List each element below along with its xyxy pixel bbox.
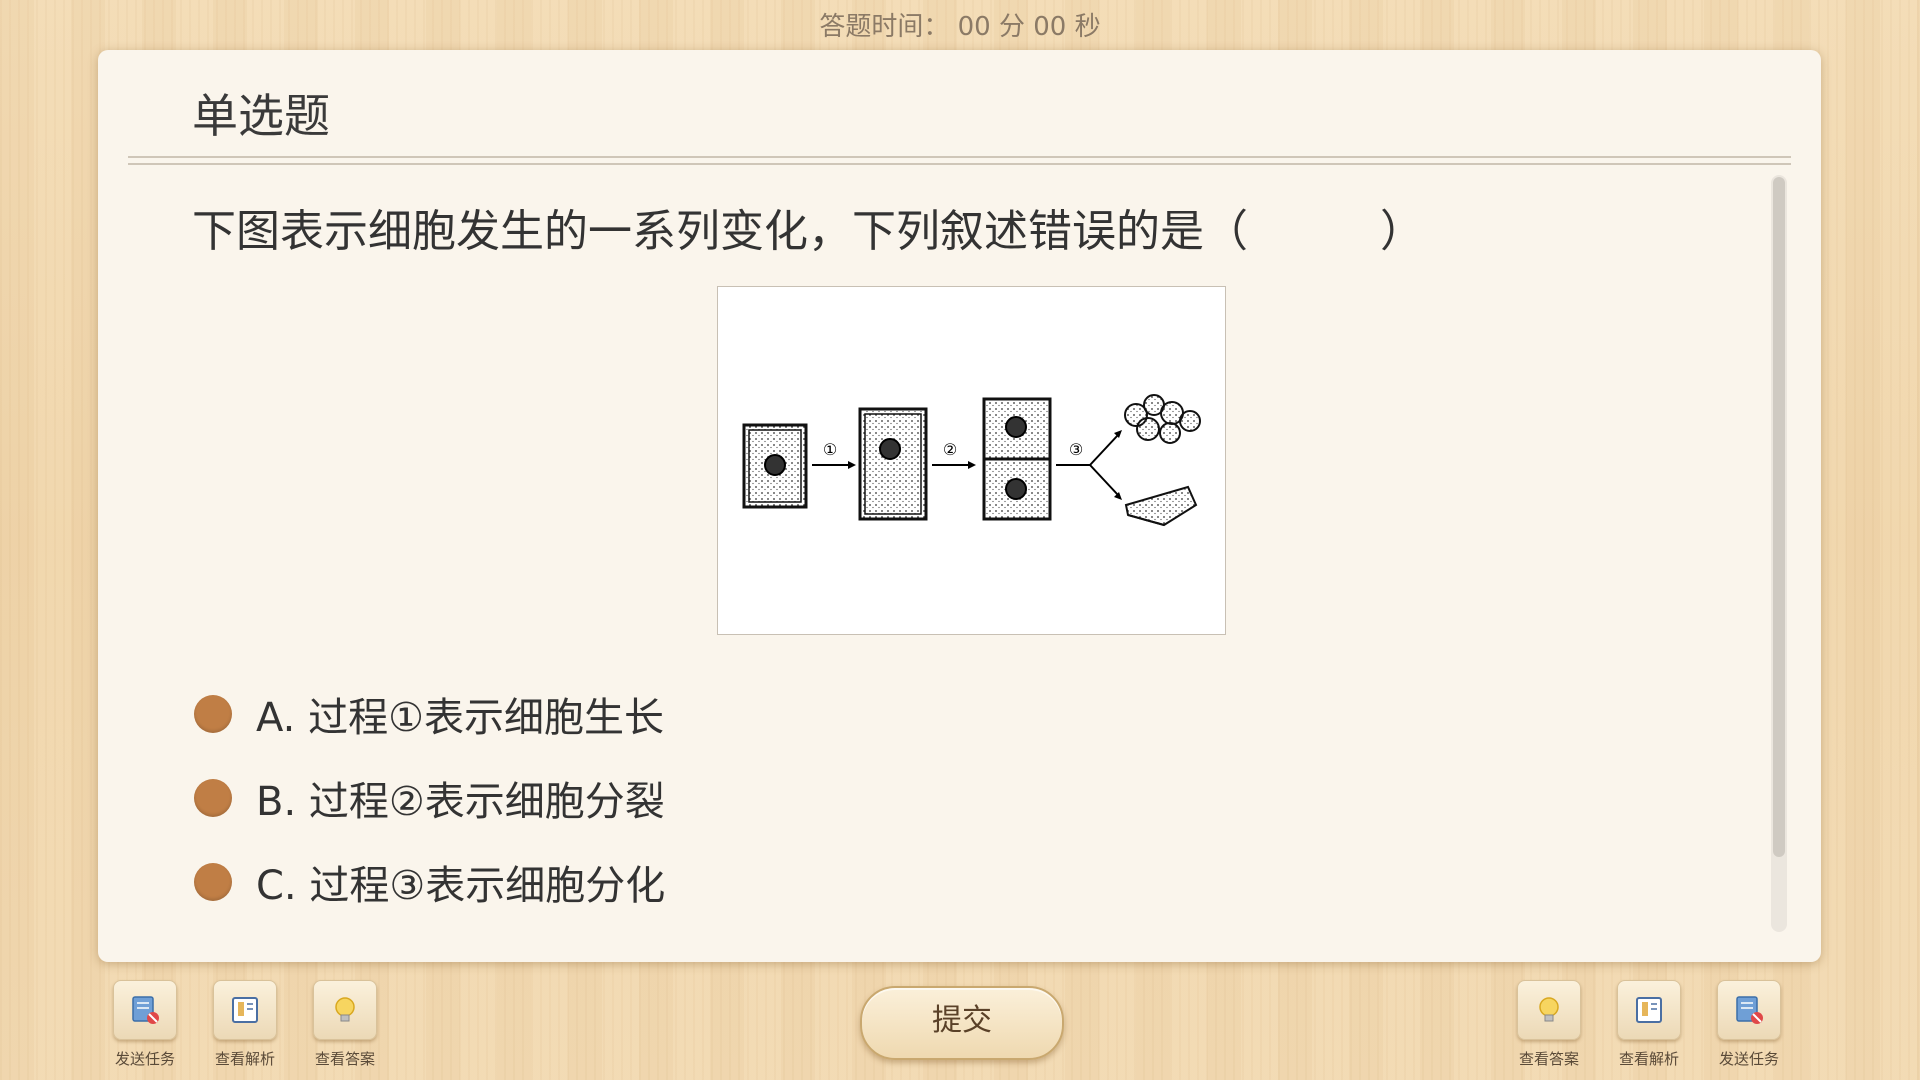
radio-button-a[interactable] xyxy=(194,695,232,733)
step-label-3: ③ xyxy=(1069,440,1083,459)
view-answer-label-left: 查看答案 xyxy=(314,1050,375,1068)
option-c-label: C. 过程③表示细胞分化 xyxy=(256,863,666,909)
cell-1 xyxy=(742,423,808,509)
tissue-layer xyxy=(1124,485,1198,527)
send-task-button-left[interactable]: 发送任务 xyxy=(110,980,180,1069)
cell-2 xyxy=(858,407,928,521)
lightbulb-icon xyxy=(313,980,377,1040)
answer-timer: 答题时间： 00 分 00 秒 xyxy=(819,12,1101,42)
option-a[interactable]: A. 过程①表示细胞生长 xyxy=(194,672,665,756)
question-stem: 下图表示细胞发生的一系列变化，下列叙述错误的是（ ） xyxy=(192,206,1424,257)
view-analysis-icon xyxy=(213,980,277,1040)
question-figure: ① ② ③ xyxy=(717,286,1226,635)
view-analysis-label-right: 查看解析 xyxy=(1618,1050,1679,1068)
view-analysis-icon xyxy=(1617,980,1681,1040)
send-task-icon xyxy=(1717,980,1781,1040)
tissue-cluster xyxy=(1124,394,1201,444)
view-analysis-button-left[interactable]: 查看解析 xyxy=(210,980,280,1069)
option-c[interactable]: C. 过程③表示细胞分化 xyxy=(194,840,665,924)
view-answer-label-right: 查看答案 xyxy=(1518,1050,1579,1068)
question-card: 单选题 下图表示细胞发生的一系列变化，下列叙述错误的是（ ） ① ② ③ A. … xyxy=(98,50,1821,962)
step-label-2: ② xyxy=(943,440,957,459)
radio-button-c[interactable] xyxy=(194,863,232,901)
option-b-label: B. 过程②表示细胞分裂 xyxy=(256,779,665,825)
option-a-label: A. 过程①表示细胞生长 xyxy=(256,695,664,741)
send-task-button-right[interactable]: 发送任务 xyxy=(1714,980,1784,1069)
view-analysis-button-right[interactable]: 查看解析 xyxy=(1614,980,1684,1069)
view-answer-button-left[interactable]: 查看答案 xyxy=(310,980,380,1069)
radio-button-b[interactable] xyxy=(194,779,232,817)
send-task-label-right: 发送任务 xyxy=(1718,1050,1779,1068)
scrollbar-thumb[interactable] xyxy=(1773,177,1785,857)
cell-3-pair xyxy=(982,397,1052,521)
option-b[interactable]: B. 过程②表示细胞分裂 xyxy=(194,756,665,840)
send-task-label-left: 发送任务 xyxy=(114,1050,175,1068)
step-label-1: ① xyxy=(823,440,837,459)
submit-button[interactable]: 提交 xyxy=(860,986,1064,1060)
lightbulb-icon xyxy=(1517,980,1581,1040)
cell-process-diagram: ① ② ③ xyxy=(742,394,1201,527)
send-task-icon xyxy=(113,980,177,1040)
answer-options: A. 过程①表示细胞生长 B. 过程②表示细胞分裂 C. 过程③表示细胞分化 xyxy=(194,672,665,924)
view-answer-button-right[interactable]: 查看答案 xyxy=(1514,980,1584,1069)
question-type-title: 单选题 xyxy=(192,89,330,143)
title-divider xyxy=(128,156,1791,165)
view-analysis-label-left: 查看解析 xyxy=(214,1050,275,1068)
